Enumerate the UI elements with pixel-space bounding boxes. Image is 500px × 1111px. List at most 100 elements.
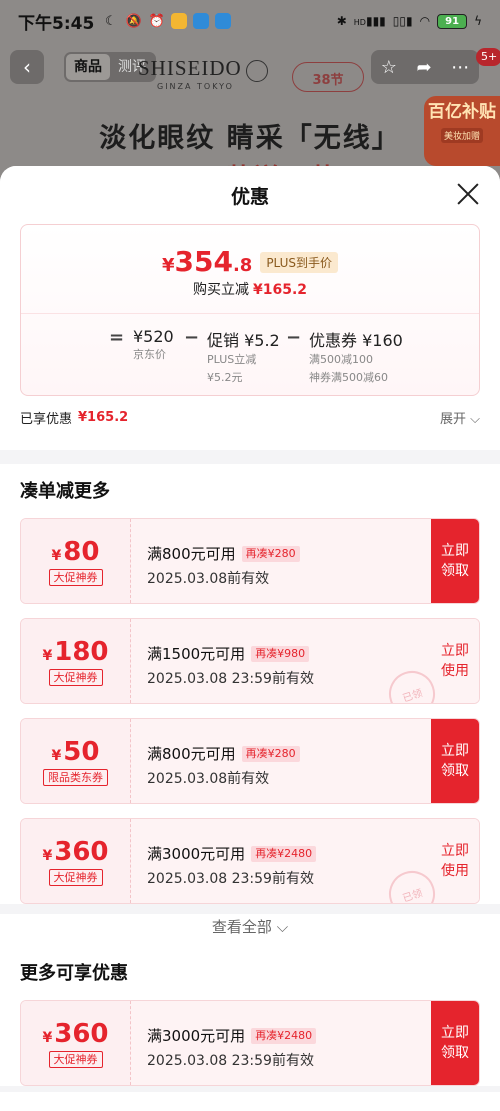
bluetooth-icon: ✱ bbox=[336, 14, 347, 28]
chevron-left-icon: ‹ bbox=[23, 55, 31, 79]
coupon-amount: ¥ 50 bbox=[52, 737, 100, 767]
back-button[interactable]: ‹ bbox=[10, 50, 44, 84]
app-notification-icon bbox=[171, 13, 188, 29]
coupon-expiry: 2025.03.08 23:59前有效 bbox=[147, 671, 314, 687]
coupon-type-tag: 大促神券 bbox=[48, 568, 103, 586]
coupon-amount-value: 360 bbox=[54, 1018, 109, 1049]
coupon-type-tag: 大促神券 bbox=[48, 868, 103, 886]
coupon-currency: ¥ bbox=[42, 847, 53, 864]
coupon-gap-tag: 再凑¥2480 bbox=[251, 845, 317, 862]
coupon-gap-tag: 再凑¥2480 bbox=[251, 1027, 317, 1044]
coupon-card: ¥ 360 大促神券 满3000元可用 再凑¥2480 2025.03.08 2… bbox=[20, 1000, 480, 1086]
button-label-line2: 领取 bbox=[441, 763, 469, 779]
promo-block: 促销 ¥5.2 PLUS立减 ¥5.2元 bbox=[207, 327, 280, 387]
subsidy-badge[interactable]: 百亿补贴 美妆加赠 bbox=[424, 96, 500, 166]
charging-icon: ϟ bbox=[474, 14, 482, 28]
coupon-expiry: 2025.03.08 23:59前有效 bbox=[147, 871, 314, 887]
final-price: ¥ 354 .8 PLUS到手价 bbox=[21, 245, 479, 278]
buy-discount-value: ¥165.2 bbox=[252, 282, 308, 298]
enjoyed-value: ¥165.2 bbox=[78, 409, 129, 425]
enjoyed-label: 已享优惠 bbox=[20, 411, 73, 427]
product-actions: ☆ ➦ ⋯ bbox=[371, 50, 479, 84]
button-label-line2: 使用 bbox=[441, 863, 469, 879]
share-icon[interactable]: ➦ bbox=[417, 57, 432, 78]
coupon-gap-tag: 再凑¥280 bbox=[241, 545, 300, 562]
sheet-top: 优惠 ¥ 354 .8 PLUS到手价 购买立减 ¥165.2 = ¥520 京东… bbox=[0, 166, 500, 450]
coupon-value: 优惠券 ¥160 bbox=[309, 331, 403, 350]
coupon-gap-tag: 再凑¥280 bbox=[241, 745, 300, 762]
coupon-list: ¥ 80 大促神券 满800元可用 再凑¥280 2025.03.08前有效 立… bbox=[0, 518, 500, 904]
coupon-currency: ¥ bbox=[51, 547, 62, 564]
coupon-amount: ¥ 180 bbox=[42, 637, 108, 667]
claim-coupon-button[interactable]: 立即 领取 bbox=[431, 719, 479, 803]
coupon-amount-value: 180 bbox=[54, 636, 109, 667]
use-coupon-button[interactable]: 立即 使用 bbox=[431, 819, 479, 903]
coupon-amount-value: 360 bbox=[54, 836, 109, 867]
coupon-card: ¥ 80 大促神券 满800元可用 再凑¥280 2025.03.08前有效 立… bbox=[20, 518, 480, 604]
coupon-amount: ¥ 360 bbox=[42, 1019, 108, 1049]
status-bar: 下午5:45 ☾ 🔕 ⏰ ✱ HD▮▮▮ ▯▯▮ ◠ 91 ϟ bbox=[0, 0, 500, 42]
divider bbox=[21, 313, 479, 314]
button-label-line1: 立即 bbox=[441, 643, 469, 659]
product-nav-row: ‹ 商品 测评 SHISEIDO GINZA TOKYO 38节 ☆ ➦ ⋯ 5… bbox=[0, 48, 500, 92]
eq-sign: = bbox=[109, 327, 124, 348]
subsidy-subtitle: 美妆加赠 bbox=[440, 128, 483, 143]
coupon-value-block: ¥ 80 大促神券 bbox=[21, 519, 131, 603]
coupon-gap-tag: 再凑¥980 bbox=[251, 645, 310, 662]
coupon-value-block: ¥ 180 大促神券 bbox=[21, 619, 131, 703]
minus-sign-text: − bbox=[184, 327, 200, 348]
sheet-title: 优惠 bbox=[230, 186, 269, 208]
coupon-details: 满3000元可用 再凑¥2480 2025.03.08 23:59前有效 bbox=[131, 1001, 431, 1085]
price-summary-card: ¥ 354 .8 PLUS到手价 购买立减 ¥165.2 = ¥520 京东价 −… bbox=[20, 224, 480, 396]
close-icon[interactable] bbox=[454, 180, 482, 208]
more-icon[interactable]: ⋯ bbox=[451, 57, 469, 78]
star-icon[interactable]: ☆ bbox=[381, 57, 397, 78]
coupon-expiry: 2025.03.08前有效 bbox=[147, 771, 270, 787]
more-coupon-list: ¥ 360 大促神券 满3000元可用 再凑¥2480 2025.03.08 2… bbox=[0, 1000, 500, 1086]
status-time: 下午5:45 bbox=[18, 13, 95, 34]
enjoyed-discount-row: 已享优惠 ¥165.2 展开 ⌵ bbox=[0, 396, 500, 438]
button-label-line1: 立即 bbox=[441, 843, 469, 859]
coupon-expiry: 2025.03.08 23:59前有效 bbox=[147, 1053, 314, 1069]
app-notification-icon bbox=[193, 13, 210, 29]
use-coupon-button[interactable]: 立即 使用 bbox=[431, 619, 479, 703]
claim-coupon-button[interactable]: 立即 领取 bbox=[431, 1001, 479, 1085]
discount-sheet: 优惠 ¥ 354 .8 PLUS到手价 购买立减 ¥165.2 = ¥520 京东… bbox=[0, 166, 500, 1111]
tab-product[interactable]: 商品 bbox=[66, 54, 110, 80]
minus-sign-text: − bbox=[286, 327, 302, 348]
sheet-header: 优惠 bbox=[0, 166, 500, 224]
coupon-value-block: ¥ 50 限品类东券 bbox=[21, 719, 131, 803]
signal-icon-2: ▯▯▮ bbox=[392, 14, 413, 28]
coupon-label-2: 神券满500减60 bbox=[309, 371, 388, 384]
coupon-value-block: ¥ 360 大促神券 bbox=[21, 819, 131, 903]
jd-price-value: ¥520 bbox=[133, 327, 174, 346]
coupon-type-tag: 大促神券 bbox=[48, 668, 103, 686]
buy-discount-line: 购买立减 ¥165.2 bbox=[21, 279, 479, 299]
coupon-details: 满800元可用 再凑¥280 2025.03.08前有效 bbox=[131, 519, 431, 603]
coupon-condition: 满3000元可用 再凑¥2480 bbox=[147, 1025, 431, 1046]
moon-icon: ☾ bbox=[104, 13, 117, 29]
status-system-icons: ✱ HD▮▮▮ ▯▯▮ ◠ 91 ϟ bbox=[336, 13, 482, 29]
plus-price-tag: PLUS到手价 bbox=[260, 252, 339, 273]
jd-price-label: 京东价 bbox=[133, 348, 166, 361]
coupon-condition: 满800元可用 再凑¥280 bbox=[147, 743, 431, 764]
coupon-block: 优惠券 ¥160 满500减100 神券满500减60 bbox=[309, 327, 403, 387]
view-all-button[interactable]: 查看全部 ⌵ bbox=[0, 914, 500, 952]
coupon-card: ¥ 360 大促神券 满3000元可用 再凑¥2480 2025.03.08 2… bbox=[20, 818, 480, 904]
coupon-details: 满800元可用 再凑¥280 2025.03.08前有效 bbox=[131, 719, 431, 803]
notification-badge: 5+ bbox=[476, 48, 500, 66]
jd-price-block: ¥520 京东价 bbox=[133, 327, 174, 364]
signal-icon: HD▮▮▮ bbox=[353, 14, 386, 28]
coupon-type-tag: 大促神券 bbox=[48, 1050, 103, 1068]
claim-coupon-button[interactable]: 立即 领取 bbox=[431, 519, 479, 603]
price-integer: 354 bbox=[174, 245, 233, 278]
coupon-currency: ¥ bbox=[42, 1029, 53, 1046]
expand-button[interactable]: 展开 ⌵ bbox=[440, 408, 480, 427]
buy-discount-label: 购买立减 bbox=[192, 282, 249, 298]
status-notification-icons: ☾ 🔕 ⏰ bbox=[102, 13, 232, 30]
coupon-amount: ¥ 360 bbox=[42, 837, 108, 867]
coupon-expiry: 2025.03.08前有效 bbox=[147, 571, 270, 587]
coupon-condition-text: 满800元可用 bbox=[147, 545, 236, 563]
button-label-line2: 领取 bbox=[441, 563, 469, 579]
promo-value: 促销 ¥5.2 bbox=[207, 331, 280, 350]
